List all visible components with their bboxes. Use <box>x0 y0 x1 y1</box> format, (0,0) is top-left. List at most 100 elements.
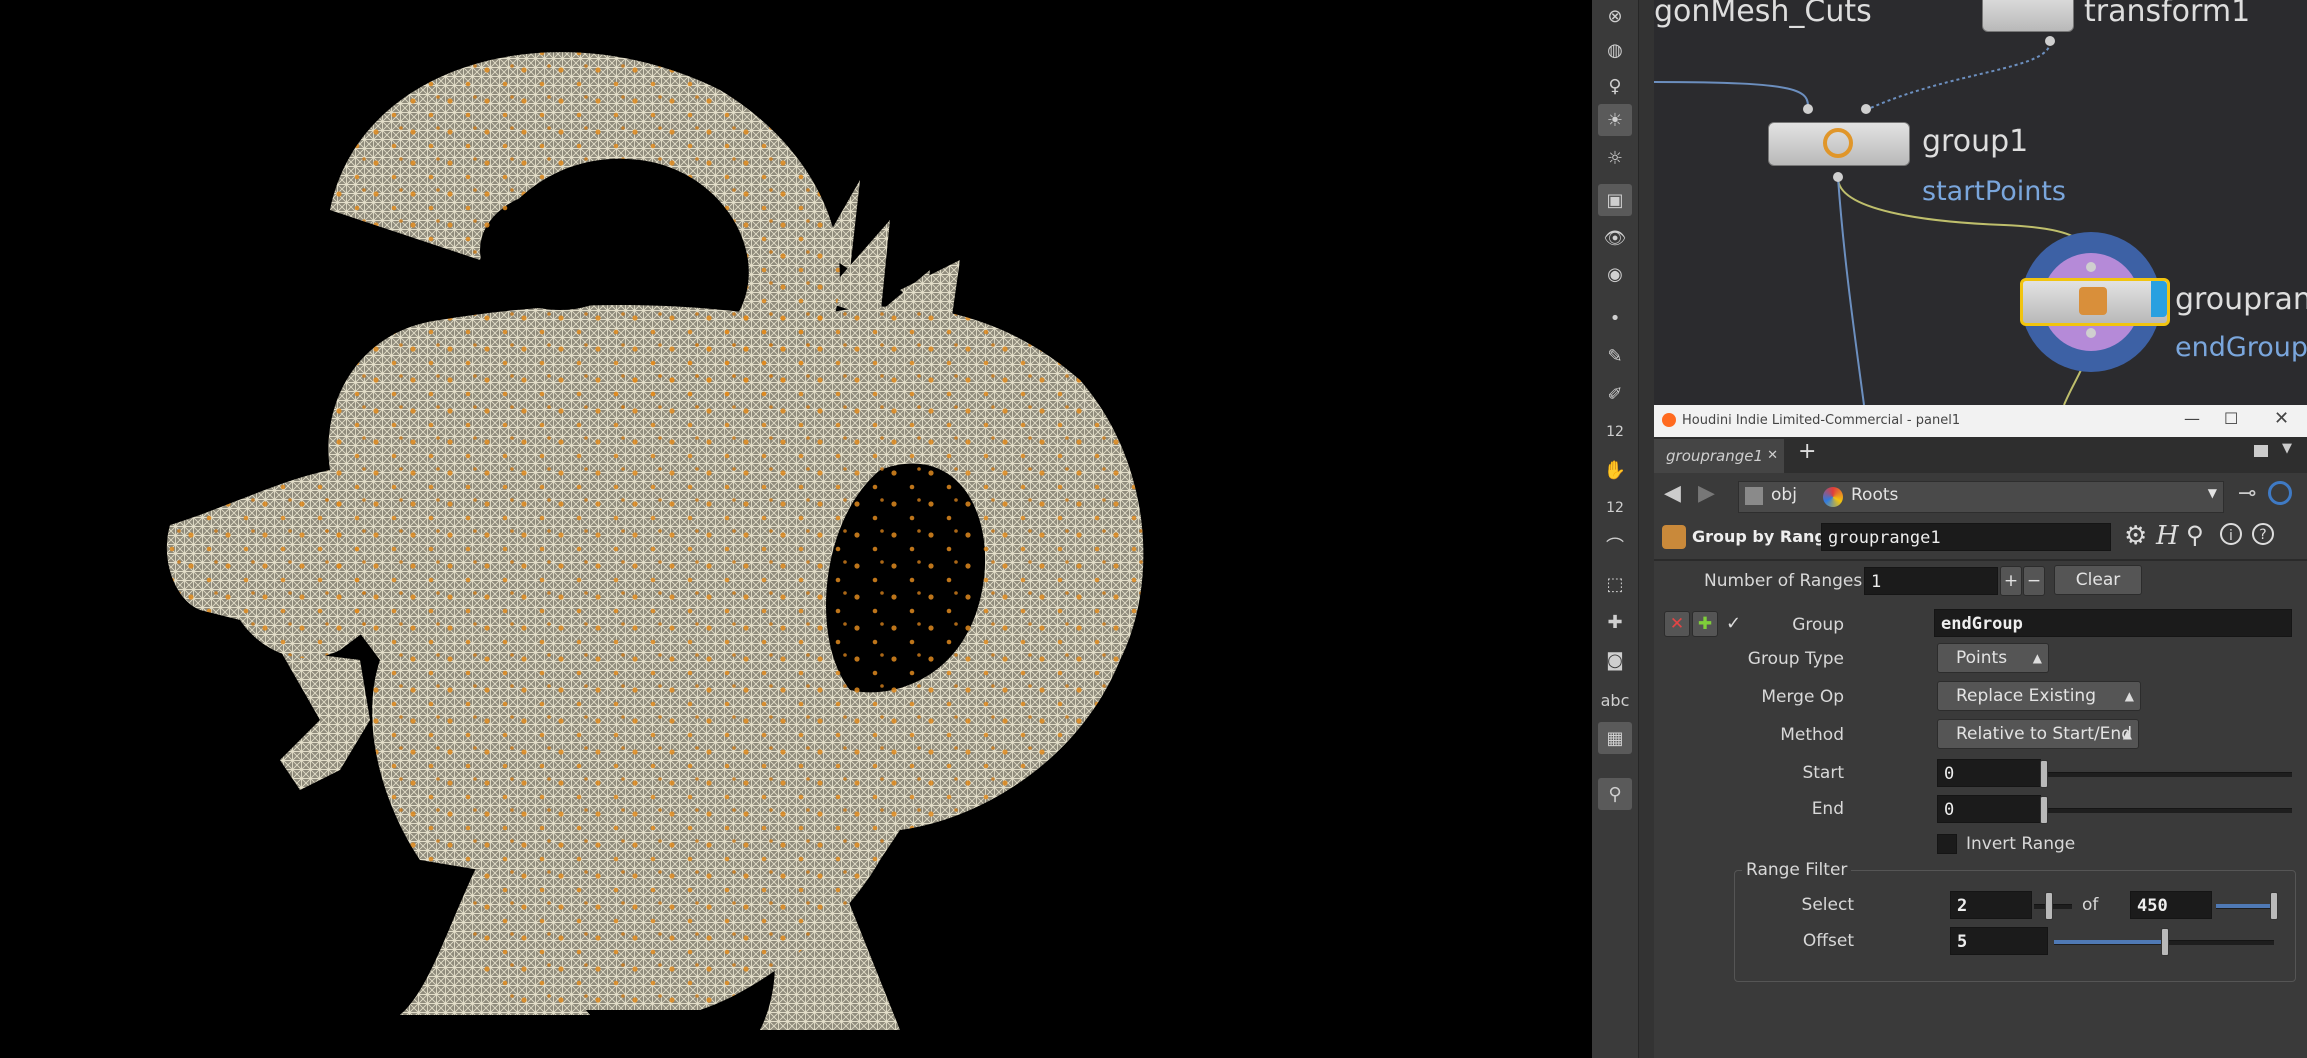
operator-type-label: Group by Range <box>1692 527 1837 546</box>
eye-icon[interactable]: 👁 <box>1598 222 1632 254</box>
group1-node[interactable] <box>1768 122 1910 166</box>
snap-icon[interactable]: ⬚ <box>1598 568 1632 600</box>
houdini-help-icon[interactable]: H <box>2156 521 2179 551</box>
pane-menu-icon[interactable]: ▼ <box>2282 441 2292 456</box>
number-icon[interactable]: 12 <box>1598 416 1632 448</box>
offset-slider-handle[interactable] <box>2161 928 2169 956</box>
marker-icon[interactable]: ⚲ <box>1598 778 1632 810</box>
sun-icon[interactable]: ☼ <box>1598 142 1632 174</box>
link-pane-icon[interactable] <box>2268 481 2292 505</box>
tweak-icon[interactable]: ✚ <box>1598 606 1632 638</box>
viewport-toolbar: ⊗ ◍ ♀ ☀ ☼ ▣ 👁 ◉ • ✎ ✐ 12 ✋ 12 ⌒ ⬚ ✚ ◙ ab… <box>1592 0 1639 1058</box>
bulb-icon[interactable]: ☀ <box>1598 104 1632 136</box>
back-arrow-icon[interactable]: ◀ <box>1664 481 1681 506</box>
network-editor[interactable]: gonMesh_Cuts transform1 group1 startPoin… <box>1654 0 2307 405</box>
of-field[interactable]: 450 <box>2130 891 2212 919</box>
num-ranges-field[interactable]: 1 <box>1864 567 1998 595</box>
remove-instance-icon[interactable]: ✕ <box>1664 611 1690 637</box>
end-field[interactable]: 0 <box>1937 795 2041 823</box>
viewport-3d[interactable] <box>0 0 1592 1058</box>
window-titlebar[interactable]: Houdini Indie Limited-Commercial - panel… <box>1654 405 2307 437</box>
spotlight-icon[interactable]: ♀ <box>1598 70 1632 102</box>
add-tab-icon[interactable]: + <box>1798 439 1816 464</box>
chevron-updown-icon: ▲ <box>2122 727 2132 741</box>
path-roots[interactable]: Roots <box>1851 485 1898 505</box>
close-icon[interactable]: ✕ <box>2274 408 2289 429</box>
select-slider-track[interactable] <box>2034 904 2072 909</box>
display-flag[interactable] <box>2151 281 2167 317</box>
path-obj[interactable]: obj <box>1771 485 1797 505</box>
invert-range-label: Invert Range <box>1966 834 2076 854</box>
group-field[interactable]: endGroup <box>1934 609 2292 637</box>
start-slider-track[interactable] <box>2044 772 2292 777</box>
group-type-label: Group Type <box>1747 649 1844 669</box>
merge-op-value: Replace Existing <box>1956 686 2096 706</box>
forward-arrow-icon[interactable]: ▶ <box>1698 481 1715 506</box>
grouprange-output-port[interactable] <box>2086 328 2096 338</box>
camera-icon[interactable]: ▣ <box>1598 184 1632 216</box>
group-type-menu[interactable]: Points ▲ <box>1937 643 2049 673</box>
info-icon[interactable]: i <box>2220 523 2242 545</box>
method-menu[interactable]: Relative to Start/End ▲ <box>1937 719 2139 749</box>
transform-output-port[interactable] <box>2045 36 2055 46</box>
parameter-panel-window: Houdini Indie Limited-Commercial - panel… <box>1654 405 2307 1058</box>
curve-icon[interactable]: ⌒ <box>1598 530 1632 562</box>
of-label: of <box>2082 895 2099 915</box>
remove-range-button[interactable]: − <box>2023 566 2045 596</box>
hand-icon[interactable]: ✋ <box>1598 454 1632 486</box>
node-name-field[interactable]: grouprange1 <box>1821 523 2111 551</box>
obj-network-icon <box>1745 487 1763 505</box>
of-slider-handle[interactable] <box>2270 892 2278 920</box>
clear-button[interactable]: Clear <box>2054 565 2142 595</box>
transform-node[interactable] <box>1982 0 2074 32</box>
pin-icon[interactable]: ⊗ <box>1598 0 1632 32</box>
select-field[interactable]: 2 <box>1950 891 2032 919</box>
pin-pane-icon[interactable]: ⊸ <box>2238 481 2256 506</box>
end-slider-track[interactable] <box>2044 808 2292 813</box>
circle-icon[interactable]: ◙ <box>1598 644 1632 676</box>
gear-icon[interactable]: ⚙ <box>2124 521 2147 551</box>
image-icon[interactable]: ▦ <box>1598 722 1632 754</box>
enable-checkmark-icon[interactable]: ✓ <box>1726 613 1741 634</box>
chevron-updown-icon: ▲ <box>2032 651 2042 665</box>
eye-alt-icon[interactable]: ◉ <box>1598 258 1632 290</box>
maximize-icon[interactable]: ☐ <box>2224 409 2238 428</box>
grouprange-node-comment: endGroup <box>2175 332 2307 363</box>
tab-grouprange1[interactable]: grouprange1 ✕ <box>1654 439 1784 473</box>
operator-header: Group by Range grouprange1 ⚙ H ⚲ i ? <box>1654 515 2307 561</box>
path-dropdown-icon[interactable]: ▼ <box>2208 486 2217 500</box>
insert-instance-icon[interactable]: ✚ <box>1692 611 1718 637</box>
invert-range-checkbox[interactable] <box>1937 834 1957 854</box>
path-breadcrumb[interactable]: obj Roots ▼ <box>1738 481 2224 513</box>
sculpt-icon-label: 12 <box>1606 500 1624 516</box>
pencil-icon[interactable]: ✐ <box>1598 378 1632 410</box>
select-slider-handle[interactable] <box>2045 892 2053 920</box>
pane-layout-icon[interactable] <box>2254 445 2268 457</box>
group1-input-port-2[interactable] <box>1861 104 1871 114</box>
group1-node-label: group1 <box>1922 124 2029 159</box>
sculpt-icon[interactable]: 12 <box>1598 492 1632 524</box>
light-icon[interactable]: ◍ <box>1598 34 1632 66</box>
brush-icon[interactable]: ✎ <box>1598 340 1632 372</box>
text-icon[interactable]: abc <box>1598 684 1632 716</box>
group1-output-port[interactable] <box>1833 172 1843 182</box>
of-slider-fill <box>2216 904 2272 908</box>
help-icon[interactable]: ? <box>2252 523 2274 545</box>
offset-slider-fill <box>2054 940 2164 944</box>
offset-label: Offset <box>1802 931 1854 951</box>
add-range-button[interactable]: + <box>2000 566 2022 596</box>
grouprange-node[interactable] <box>2020 278 2170 326</box>
offset-field[interactable]: 5 <box>1950 927 2048 955</box>
search-icon[interactable]: ⚲ <box>2186 521 2204 549</box>
end-slider-handle[interactable] <box>2040 796 2048 824</box>
text-icon-label: abc <box>1600 690 1630 710</box>
start-field[interactable]: 0 <box>1937 759 2041 787</box>
point-icon[interactable]: • <box>1598 302 1632 334</box>
window-title: Houdini Indie Limited-Commercial - panel… <box>1682 413 1961 428</box>
merge-op-menu[interactable]: Replace Existing ▲ <box>1937 681 2141 711</box>
group1-input-port[interactable] <box>1803 104 1813 114</box>
tab-close-icon[interactable]: ✕ <box>1767 439 1778 473</box>
grouprange-input-port[interactable] <box>2086 262 2096 272</box>
start-slider-handle[interactable] <box>2040 760 2048 788</box>
minimize-icon[interactable]: — <box>2184 409 2200 428</box>
